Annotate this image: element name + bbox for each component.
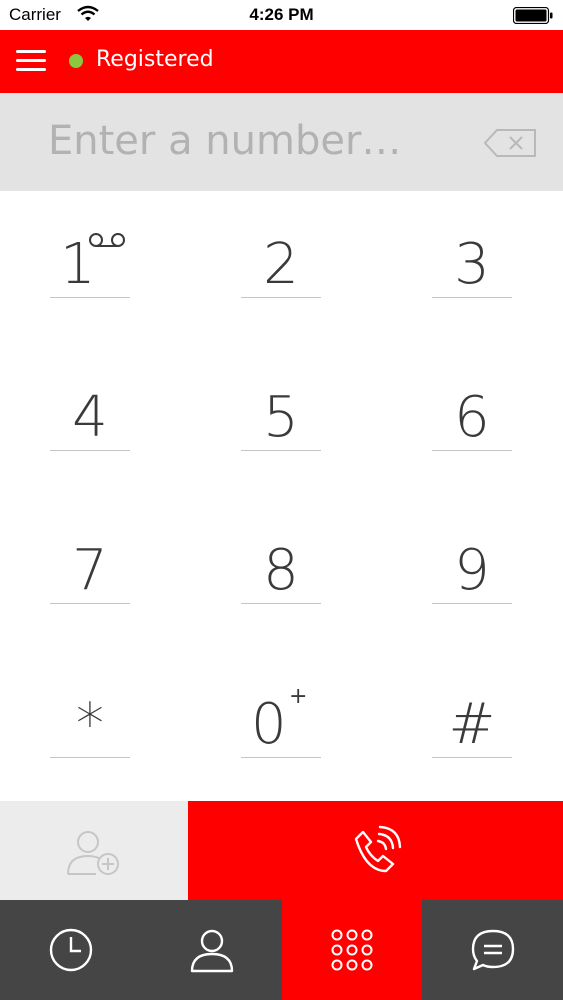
keypad-key-3[interactable]: 3 xyxy=(432,222,512,322)
key-digit: 4 xyxy=(72,385,108,450)
key-underline xyxy=(241,297,321,298)
add-contact-button[interactable] xyxy=(0,801,188,900)
keypad-key-9[interactable]: 9 xyxy=(432,528,512,628)
tab-dialpad[interactable] xyxy=(282,900,422,1000)
key-digit: 6 xyxy=(454,385,490,450)
key-digit: 2 xyxy=(263,232,299,297)
tab-messages[interactable] xyxy=(422,900,563,1000)
key-digit: 9 xyxy=(454,538,490,603)
key-digit: 3 xyxy=(454,232,490,297)
key-digit: 0 xyxy=(251,692,287,757)
key-underline xyxy=(241,757,321,758)
keypad-key-star[interactable]: * xyxy=(50,682,130,782)
dialpad-icon xyxy=(331,929,373,971)
chat-icon xyxy=(471,929,514,971)
keypad-key-7[interactable]: 7 xyxy=(50,528,130,628)
key-digit: 7 xyxy=(72,538,108,603)
key-digit: 5 xyxy=(263,385,299,450)
voicemail-icon xyxy=(89,233,125,247)
menu-button[interactable] xyxy=(16,47,46,75)
number-input[interactable] xyxy=(48,113,448,169)
call-button[interactable] xyxy=(188,801,563,900)
key-plus-sub: + xyxy=(289,684,308,709)
keypad-key-1[interactable]: 1 xyxy=(50,222,130,322)
key-underline xyxy=(241,603,321,604)
key-underline xyxy=(50,297,130,298)
key-underline xyxy=(432,603,512,604)
key-underline xyxy=(50,603,130,604)
tab-contacts[interactable] xyxy=(141,900,282,1000)
app-header: Registered xyxy=(0,30,563,93)
key-digit: # xyxy=(448,692,496,757)
keypad-key-0[interactable]: 0 + xyxy=(241,682,321,782)
keypad-key-4[interactable]: 4 xyxy=(50,375,130,475)
keypad-key-8[interactable]: 8 xyxy=(241,528,321,628)
keypad-key-6[interactable]: 6 xyxy=(432,375,512,475)
person-icon xyxy=(190,929,233,973)
keypad-key-5[interactable]: 5 xyxy=(241,375,321,475)
clock-icon xyxy=(49,928,92,972)
keypad-key-hash[interactable]: # xyxy=(432,682,512,782)
key-underline xyxy=(432,757,512,758)
battery-icon xyxy=(513,7,553,24)
registration-status-dot xyxy=(69,54,83,68)
key-underline xyxy=(432,297,512,298)
tab-recents[interactable] xyxy=(0,900,141,1000)
key-underline xyxy=(50,757,130,758)
registration-status-label: Registered xyxy=(96,47,214,72)
key-digit: * xyxy=(76,692,104,757)
status-bar: Carrier 4:26 PM xyxy=(0,0,563,30)
clock-time: 4:26 PM xyxy=(249,5,314,24)
backspace-icon[interactable] xyxy=(483,128,537,158)
phone-call-icon xyxy=(354,825,402,873)
add-contact-icon xyxy=(67,831,119,875)
keypad-key-2[interactable]: 2 xyxy=(241,222,321,322)
key-underline xyxy=(432,450,512,451)
number-entry-bar xyxy=(0,93,563,191)
key-underline xyxy=(50,450,130,451)
key-digit: 8 xyxy=(263,538,299,603)
key-underline xyxy=(241,450,321,451)
